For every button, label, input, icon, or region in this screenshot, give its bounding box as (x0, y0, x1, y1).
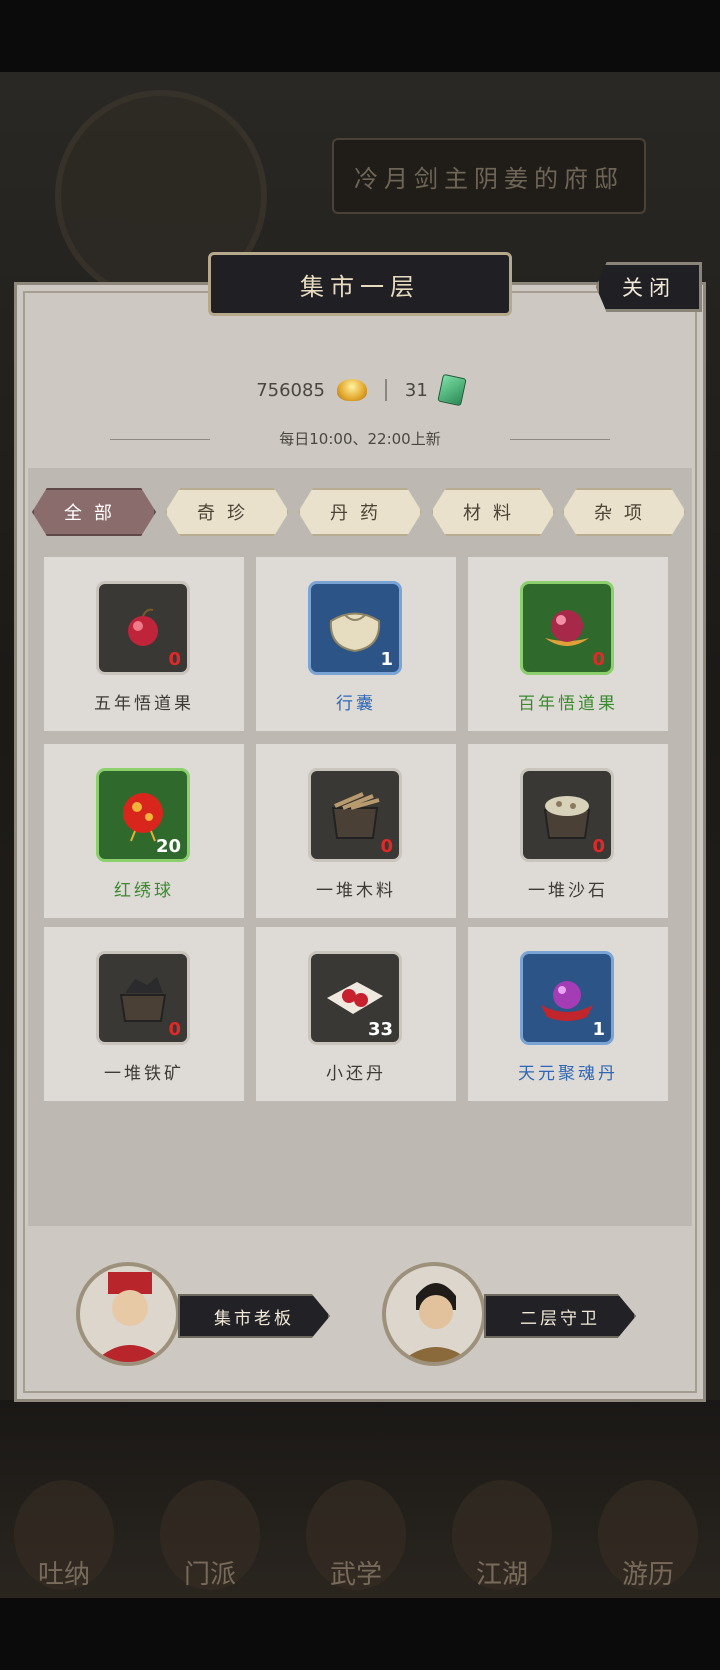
item-name: 行囊 (336, 694, 376, 714)
gold-amount: 756085 (256, 379, 325, 401)
item-quantity: 0 (592, 649, 605, 670)
item-quantity: 0 (380, 836, 393, 857)
item-name: 一堆铁矿 (104, 1064, 184, 1084)
item-card[interactable]: 0 一堆木料 (256, 744, 456, 918)
item-name: 红绣球 (114, 881, 174, 901)
jade-amount: 31 (404, 379, 428, 401)
item-card[interactable]: 1 天元聚魂丹 (468, 927, 668, 1101)
item-name: 一堆木料 (316, 881, 396, 901)
tab-materials[interactable]: 材料 (431, 488, 555, 536)
tab-rare[interactable]: 奇珍 (165, 488, 289, 536)
item-icon-frame: 0 (520, 768, 614, 862)
bottom-nav: 吐纳 门派 武学 江湖 游历 (0, 1400, 720, 1598)
item-quantity: 33 (367, 1019, 393, 1040)
red-pills-icon (327, 982, 383, 1014)
tab-all[interactable]: 全部 (32, 488, 156, 536)
item-quantity: 0 (168, 1019, 181, 1040)
tab-misc[interactable]: 杂项 (562, 488, 686, 536)
item-quantity: 1 (592, 1019, 605, 1040)
wood-crate-icon (331, 792, 380, 839)
item-name: 百年悟道果 (518, 694, 618, 714)
nav-item-tuna[interactable]: 吐纳 (14, 1480, 114, 1590)
lotus-fruit-icon (545, 610, 589, 646)
item-icon-frame: 1 (520, 951, 614, 1045)
nav-item-youli[interactable]: 游历 (598, 1480, 698, 1590)
nav-item-wuxue[interactable]: 武学 (306, 1480, 406, 1590)
item-icon-frame: 0 (96, 951, 190, 1045)
item-icon-frame: 33 (308, 951, 402, 1045)
item-card[interactable]: 20 红绣球 (44, 744, 244, 918)
guard-label: 二层守卫 (484, 1294, 636, 1338)
item-name: 一堆沙石 (528, 881, 608, 901)
jade-icon (437, 373, 467, 407)
item-card[interactable]: 0 五年悟道果 (44, 557, 244, 731)
item-icon-frame: 0 (308, 768, 402, 862)
item-name: 天元聚魂丹 (518, 1064, 618, 1084)
item-card[interactable]: 33 小还丹 (256, 927, 456, 1101)
currency-divider (384, 379, 387, 401)
nav-item-menpai[interactable]: 门派 (160, 1480, 260, 1590)
market-owner-label: 集市老板 (178, 1294, 330, 1338)
background-location-plaque: 冷月剑主阴姜的府邸 (332, 138, 646, 214)
item-card[interactable]: 1 行囊 (256, 557, 456, 731)
sand-crate-icon (543, 796, 591, 839)
item-icon-frame: 20 (96, 768, 190, 862)
item-card[interactable]: 0 一堆沙石 (468, 744, 668, 918)
item-grid: 0 五年悟道果 1 行囊 0 百年悟道果 20 红绣球 0 一堆木料 0 一堆沙… (44, 557, 676, 1107)
tab-pills[interactable]: 丹药 (298, 488, 422, 536)
close-button[interactable]: 关闭 (596, 262, 702, 312)
item-quantity: 0 (592, 836, 605, 857)
refresh-schedule: 每日10:00、22:00上新 (279, 430, 441, 448)
iron-crate-icon (119, 977, 167, 1022)
item-card[interactable]: 0 百年悟道果 (468, 557, 668, 731)
item-icon-frame: 0 (520, 581, 614, 675)
cloth-bag-icon (329, 612, 381, 653)
item-name: 五年悟道果 (94, 694, 194, 714)
red-embroidered-ball-icon (123, 793, 163, 842)
item-quantity: 20 (155, 836, 181, 857)
item-quantity: 1 (380, 649, 393, 670)
category-tabs: 全部 奇珍 丹药 材料 杂项 (32, 488, 692, 538)
purple-orb-icon (541, 981, 593, 1021)
item-name: 小还丹 (326, 1064, 386, 1084)
red-fruit-icon (128, 608, 158, 646)
item-quantity: 0 (168, 649, 181, 670)
market-owner-avatar (76, 1262, 180, 1366)
panel-title: 集市一层 (208, 252, 512, 316)
guard-avatar (382, 1262, 486, 1366)
currency-bar: 756085 31 (0, 370, 720, 410)
gold-ingot-icon (336, 379, 367, 401)
item-card[interactable]: 0 一堆铁矿 (44, 927, 244, 1101)
nav-item-jianghu[interactable]: 江湖 (452, 1480, 552, 1590)
item-icon-frame: 1 (308, 581, 402, 675)
item-icon-frame: 0 (96, 581, 190, 675)
